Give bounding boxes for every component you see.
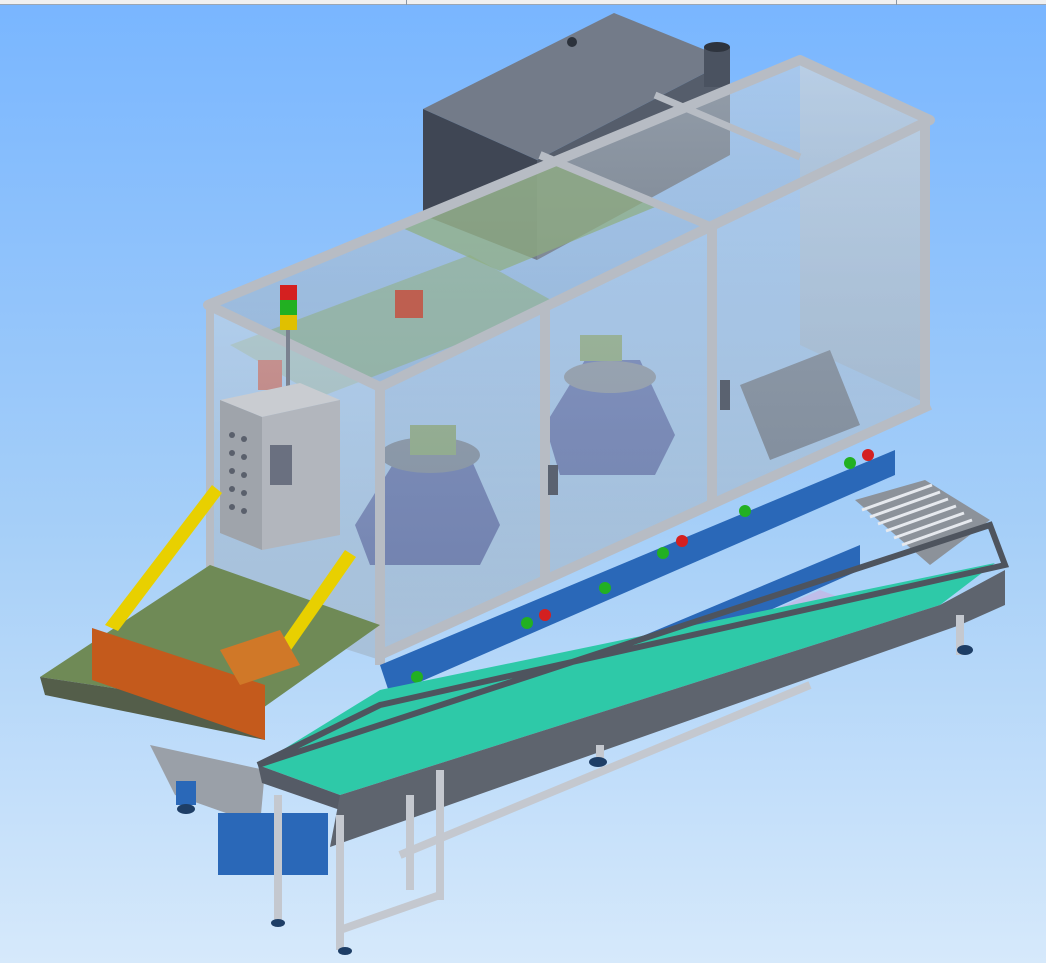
cad-window: [0, 0, 1046, 963]
3d-viewport[interactable]: [0, 5, 1046, 963]
roller-conveyor: [855, 480, 990, 565]
assembly-model: [40, 13, 1010, 955]
stack-light-green: [280, 300, 297, 315]
stack-light-red: [280, 285, 297, 300]
control-panel: [220, 383, 340, 550]
stack-light-yellow: [280, 315, 297, 330]
